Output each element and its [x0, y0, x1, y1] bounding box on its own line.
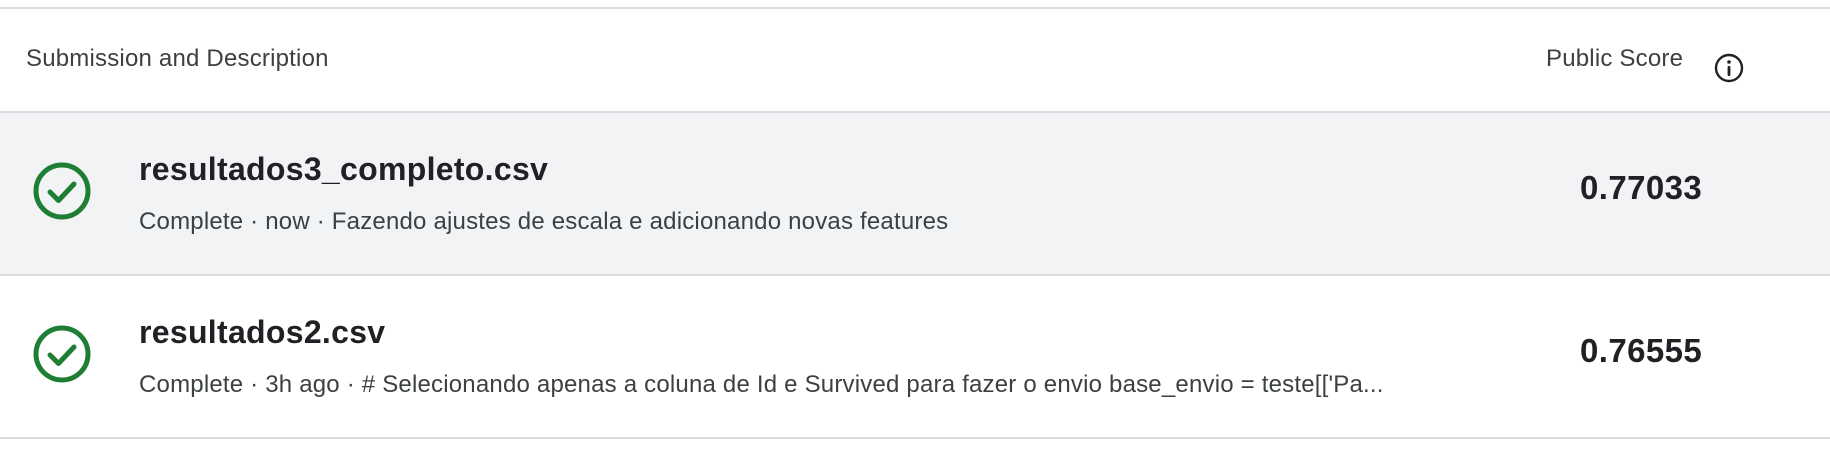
info-icon[interactable] — [1713, 52, 1745, 84]
submission-row[interactable]: resultados3_completo.csv Complete · now … — [0, 113, 1830, 276]
submission-description: Complete · now · Fazendo ajustes de esca… — [139, 208, 949, 235]
table-header: Submission and Description Public Score — [0, 9, 1830, 113]
column-header-public-score: Public Score — [1546, 45, 1684, 72]
check-circle-icon — [30, 159, 94, 223]
column-header-submission: Submission and Description — [26, 45, 329, 72]
submission-file-name[interactable]: resultados2.csv — [139, 314, 385, 351]
public-score: 0.77033 — [1580, 169, 1703, 206]
submission-row[interactable]: resultados2.csv Complete · 3h ago · # Se… — [0, 276, 1830, 439]
submissions-table: Submission and Description Public Score … — [0, 0, 1830, 450]
public-score: 0.76555 — [1580, 332, 1703, 369]
submission-file-name[interactable]: resultados3_completo.csv — [139, 151, 548, 188]
check-circle-icon — [30, 322, 94, 386]
submission-description: Complete · 3h ago · # Selecionando apena… — [139, 371, 1384, 398]
